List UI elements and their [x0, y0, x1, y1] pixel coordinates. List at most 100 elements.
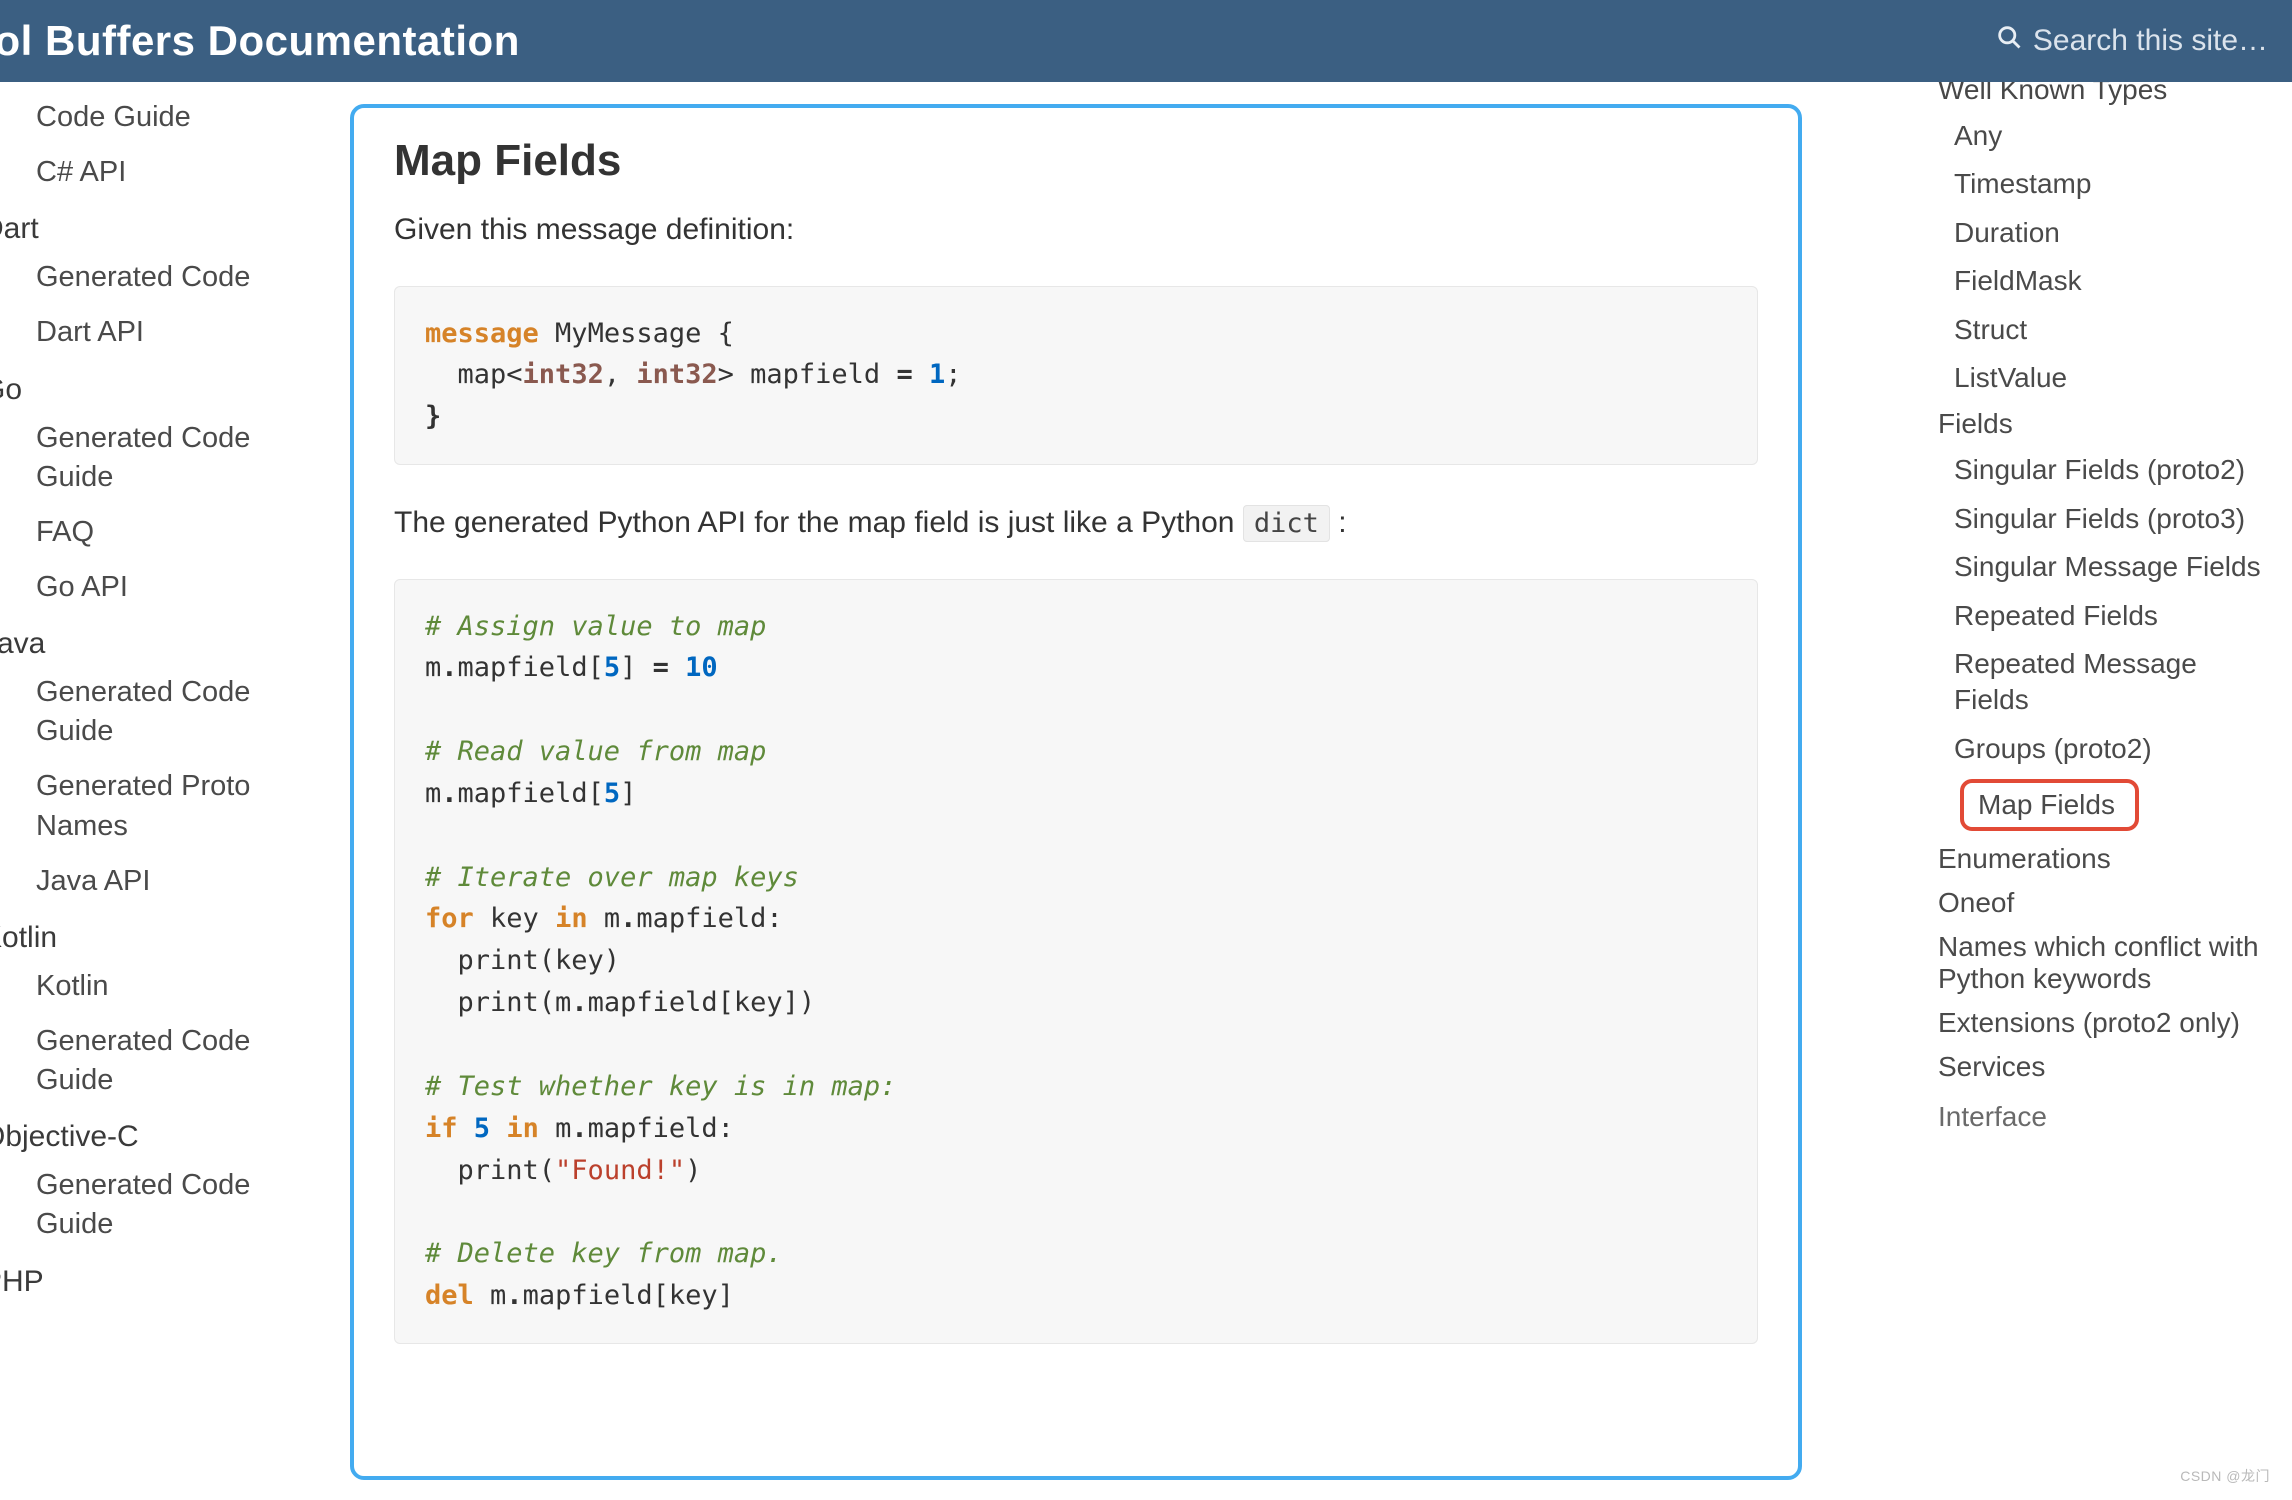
code-token: mapfield[ [458, 778, 604, 809]
code-token: = [896, 359, 912, 390]
inline-code: dict [1243, 505, 1330, 542]
nav-item[interactable]: C# API [0, 145, 300, 200]
code-token [458, 1113, 474, 1144]
toc-item[interactable]: Struct [1934, 306, 2274, 354]
code-token: ; [945, 359, 961, 390]
code-token: m [425, 778, 441, 809]
toc-item[interactable]: Singular Fields (proto2) [1934, 446, 2274, 494]
toc-item[interactable]: Timestamp [1934, 160, 2274, 208]
code-token: > mapfield [718, 359, 897, 390]
code-token: mapfield[key]) [588, 987, 816, 1018]
intro-paragraph: Given this message definition: [394, 208, 1758, 252]
code-token: 1 [913, 359, 946, 390]
nav-item[interactable]: Java API [0, 854, 300, 909]
nav-group[interactable]: Kotlin [0, 909, 300, 959]
search-icon [1995, 23, 2023, 59]
code-token: mapfield[key] [523, 1280, 734, 1311]
code-token: . [441, 778, 457, 809]
toc-item[interactable]: Extensions (proto2 only) [1934, 1001, 2274, 1045]
right-toc: Well Known Types AnyTimestampDurationFie… [1922, 82, 2292, 1500]
nav-item[interactable]: Code Guide [0, 90, 300, 145]
toc-item[interactable]: Names which conflict with Python keyword… [1934, 925, 2274, 1001]
toc-item[interactable]: FieldMask [1934, 257, 2274, 305]
code-token: m [588, 903, 621, 934]
nav-group[interactable]: Java [0, 615, 300, 665]
code-token: . [506, 1280, 522, 1311]
nav-item[interactable]: Generated Code Guide [0, 1158, 300, 1252]
main-content: Map Fields Given this message definition… [300, 82, 1922, 1500]
toc-item[interactable]: Fields [1934, 402, 2274, 446]
nav-item[interactable]: Dart API [0, 305, 300, 360]
toc-item[interactable]: Repeated Fields [1934, 592, 2274, 640]
toc-item[interactable]: Duration [1934, 209, 2274, 257]
code-token: del [425, 1280, 474, 1311]
search-placeholder: Search this site… [2033, 24, 2268, 58]
code-token: . [571, 1113, 587, 1144]
nav-item[interactable]: Go API [0, 560, 300, 615]
nav-group[interactable]: Objective-C [0, 1108, 300, 1158]
code-token: = [653, 652, 669, 683]
code-token: "Found!" [555, 1155, 685, 1186]
code-token: key [474, 903, 555, 934]
code-token: mapfield[ [458, 652, 604, 683]
code-token: 5 [474, 1113, 490, 1144]
toc-item-active[interactable]: Map Fields [1960, 779, 2139, 831]
nav-item[interactable]: Generated Proto Names [0, 759, 300, 853]
text: The generated Python API for the map fie… [394, 506, 1243, 539]
code-comment: # Iterate over map keys [425, 862, 799, 893]
nav-group[interactable]: Go [0, 361, 300, 411]
nav-item[interactable]: Generated Code Guide [0, 1014, 300, 1108]
code-token: ] [620, 778, 636, 809]
text: : [1330, 506, 1347, 539]
nav-item[interactable]: Kotlin [0, 959, 300, 1014]
code-comment: # Delete key from map. [425, 1238, 783, 1269]
code-token: ] [620, 652, 653, 683]
toc-item-cutoff[interactable]: Well Known Types [1934, 82, 2274, 112]
left-sidebar: Code GuideC# APIDartGenerated CodeDart A… [0, 82, 300, 1500]
nav-item[interactable]: FAQ [0, 505, 300, 560]
nav-item[interactable]: Generated Code [0, 250, 300, 305]
code-token: 10 [669, 652, 718, 683]
code-token: 5 [604, 652, 620, 683]
code-token: , [604, 359, 637, 390]
code-token: . [441, 652, 457, 683]
code-token: map< [425, 359, 523, 390]
section-heading: Map Fields [394, 136, 1758, 186]
code-token: . [620, 903, 636, 934]
toc-item[interactable]: Singular Fields (proto3) [1934, 495, 2274, 543]
code-token: mapfield: [588, 1113, 734, 1144]
watermark: CSDN @龙门 [2180, 1466, 2270, 1486]
code-token: print( [425, 1155, 555, 1186]
nav-item[interactable]: Generated Code Guide [0, 411, 300, 505]
python-code-block: # Assign value to map m.mapfield[5] = 10… [394, 579, 1758, 1344]
api-paragraph: The generated Python API for the map fie… [394, 501, 1758, 545]
code-comment: # Test whether key is in map: [425, 1071, 896, 1102]
nav-item[interactable]: Generated Code Guide [0, 665, 300, 759]
toc-item[interactable]: Singular Message Fields [1934, 543, 2274, 591]
content-highlight-box: Map Fields Given this message definition… [350, 104, 1802, 1480]
code-token: if [425, 1113, 458, 1144]
toc-item[interactable]: ListValue [1934, 354, 2274, 402]
code-token: int32 [523, 359, 604, 390]
toc-item[interactable]: Services [1934, 1045, 2274, 1089]
toc-item-cutoff[interactable]: Interface [1934, 1095, 2274, 1139]
code-token: } [425, 401, 441, 432]
nav-group[interactable]: PHP [0, 1253, 300, 1303]
search-box[interactable]: Search this site… [1995, 23, 2268, 59]
proto-code-block: message MyMessage { map<int32, int32> ma… [394, 286, 1758, 466]
code-token: m [539, 1113, 572, 1144]
toc-item[interactable]: Groups (proto2) [1934, 725, 2274, 773]
code-token: for [425, 903, 474, 934]
code-token: . [571, 987, 587, 1018]
code-token: in [555, 903, 588, 934]
toc-item[interactable]: Any [1934, 112, 2274, 160]
code-token: 5 [604, 778, 620, 809]
toc-item[interactable]: Enumerations [1934, 837, 2274, 881]
toc-item[interactable]: Oneof [1934, 881, 2274, 925]
code-comment: # Assign value to map [425, 611, 766, 642]
site-header: tocol Buffers Documentation Search this … [0, 0, 2292, 82]
toc-item[interactable]: Repeated Message Fields [1934, 640, 2274, 725]
code-token: print(m [425, 987, 571, 1018]
nav-group[interactable]: Dart [0, 200, 300, 250]
toc-item[interactable]: Map Fields [1934, 773, 2274, 837]
